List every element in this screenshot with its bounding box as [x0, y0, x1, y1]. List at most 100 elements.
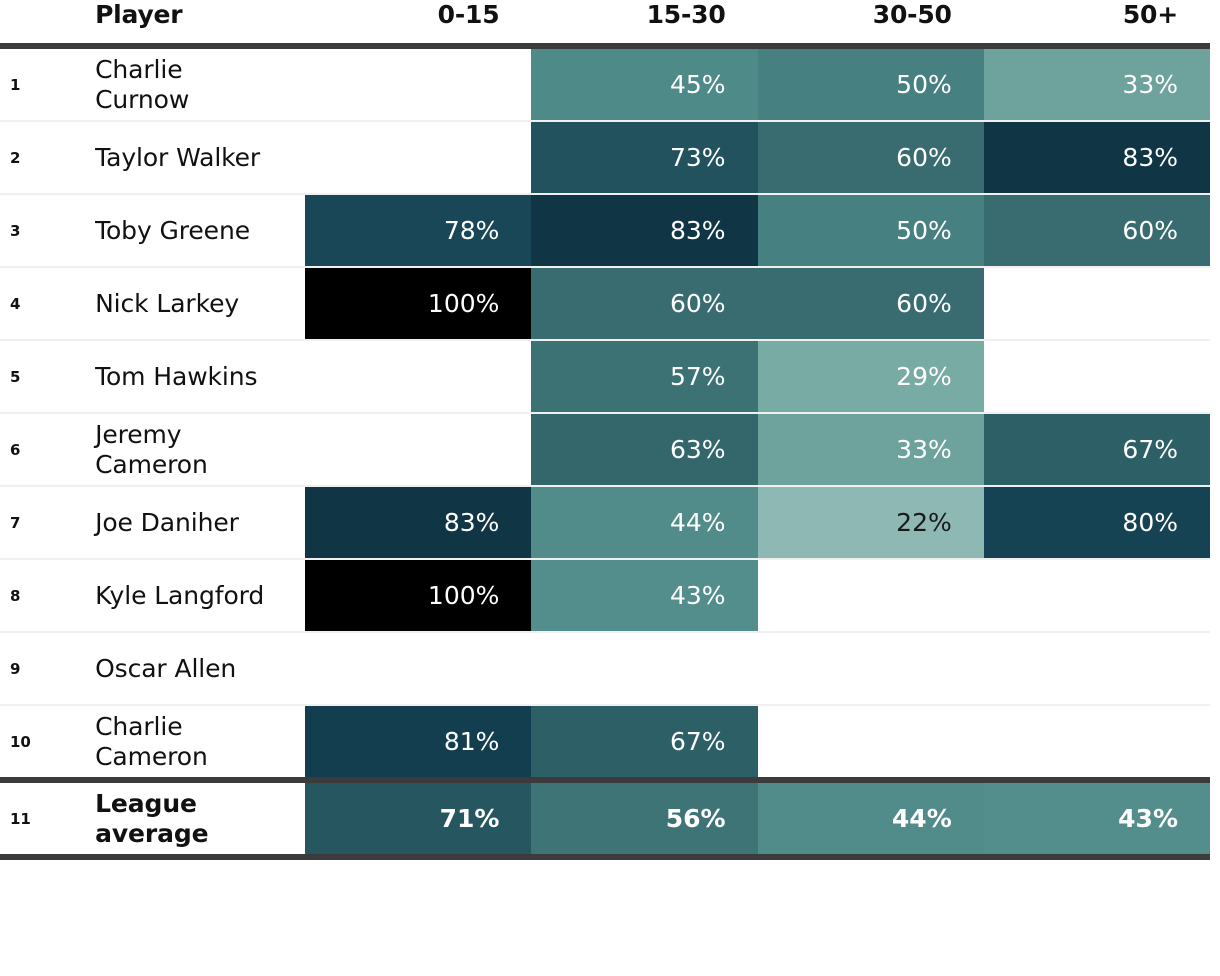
player-name-cell[interactable]: Taylor Walker [86, 120, 306, 194]
heatmap-cell[interactable] [983, 704, 1210, 780]
heatmap-cell[interactable]: 22% [757, 485, 984, 559]
heatmap-cell[interactable]: 80% [983, 485, 1210, 559]
heatmap-cell[interactable] [305, 631, 532, 705]
table-body: 1 Charlie Curnow 45% 50% 33% 2 Taylor Walker 73%… [0, 43, 1210, 860]
player-name-line: average [95, 818, 209, 848]
heatmap-cell[interactable]: 29% [757, 339, 984, 413]
heatmap-cell[interactable] [305, 412, 532, 486]
heatmap-cell[interactable]: 73% [531, 120, 758, 194]
heatmap-cell[interactable] [305, 120, 532, 194]
table-header: Player 0-15 15-30 30-50 50+ [0, 0, 1210, 46]
heatmap-cell[interactable]: 33% [983, 43, 1210, 121]
player-name-line: Taylor Walker [95, 142, 261, 172]
table-row[interactable]: 3 Toby Greene 78% 83% 50% 60% [0, 193, 1210, 267]
player-name-line: League [95, 789, 197, 819]
table-row[interactable]: 6 Jeremy Cameron 63% 33% 67% [0, 412, 1210, 486]
player-name-line: Joe Daniher [95, 507, 239, 537]
row-rank: 4 [0, 266, 87, 340]
heatmap-cell[interactable] [531, 631, 758, 705]
player-name-cell[interactable]: Kyle Langford [86, 558, 306, 632]
heatmap-cell[interactable] [305, 43, 532, 121]
player-name-line: Kyle Langford [95, 580, 265, 610]
table-row[interactable]: 10 Charlie Cameron 81% 67% [0, 704, 1210, 780]
row-rank: 11 [0, 777, 87, 860]
heatmap-cell[interactable]: 60% [757, 120, 984, 194]
heatmap-cell[interactable]: 44% [757, 777, 984, 860]
column-header-15-30: 15-30 [531, 0, 758, 46]
heatmap-cell[interactable]: 67% [531, 704, 758, 780]
heatmap-cell[interactable] [983, 631, 1210, 705]
heatmap-cell[interactable]: 43% [531, 558, 758, 632]
heatmap-cell[interactable] [305, 339, 532, 413]
player-name-cell[interactable]: Charlie Cameron [86, 704, 306, 780]
player-name-cell[interactable]: Oscar Allen [86, 631, 306, 705]
heatmap-cell[interactable]: 83% [983, 120, 1210, 194]
player-name-line: Tom Hawkins [95, 361, 258, 391]
table-row[interactable]: 7 Joe Daniher 83% 44% 22% 80% [0, 485, 1210, 559]
heatmap-cell[interactable]: 33% [757, 412, 984, 486]
row-rank: 9 [0, 631, 87, 705]
heatmap-cell[interactable]: 60% [983, 193, 1210, 267]
heatmap-cell[interactable]: 57% [531, 339, 758, 413]
player-name-line: Nick Larkey [95, 288, 240, 318]
row-rank: 2 [0, 120, 87, 194]
row-rank: 6 [0, 412, 87, 486]
heatmap-table-container: Player 0-15 15-30 30-50 50+ 1 Charlie Curn… [0, 0, 1220, 976]
heatmap-cell[interactable]: 83% [305, 485, 532, 559]
table-row[interactable]: 4 Nick Larkey 100% 60% 60% [0, 266, 1210, 340]
row-rank: 5 [0, 339, 87, 413]
heatmap-cell[interactable] [983, 339, 1210, 413]
table-row[interactable]: 2 Taylor Walker 73% 60% 83% [0, 120, 1210, 194]
heatmap-cell[interactable]: 78% [305, 193, 532, 267]
heatmap-cell[interactable]: 50% [757, 193, 984, 267]
player-name-line: Oscar Allen [95, 653, 237, 683]
player-name-line: Charlie [95, 712, 183, 742]
player-name-cell[interactable]: Toby Greene [86, 193, 306, 267]
heatmap-cell[interactable]: 63% [531, 412, 758, 486]
player-name-line: Cameron [95, 449, 208, 479]
column-header-0-15: 0-15 [305, 0, 532, 46]
column-header-rank [0, 0, 87, 46]
player-name-line: Curnow [95, 84, 190, 114]
table-row[interactable]: 9 Oscar Allen [0, 631, 1210, 705]
heatmap-cell[interactable]: 100% [305, 558, 532, 632]
heatmap-cell[interactable] [757, 631, 984, 705]
row-rank: 3 [0, 193, 87, 267]
player-accuracy-heatmap-table: Player 0-15 15-30 30-50 50+ 1 Charlie Curn… [0, 0, 1210, 860]
heatmap-cell[interactable] [757, 558, 984, 632]
player-name-line: Charlie [95, 55, 183, 85]
heatmap-cell[interactable]: 83% [531, 193, 758, 267]
table-row[interactable]: 11 League average 71% 56% 44% 43% [0, 777, 1210, 860]
heatmap-cell[interactable] [983, 558, 1210, 632]
heatmap-cell[interactable] [757, 704, 984, 780]
heatmap-cell[interactable]: 100% [305, 266, 532, 340]
row-rank: 8 [0, 558, 87, 632]
player-name-cell[interactable]: Charlie Curnow [86, 43, 306, 121]
table-row[interactable]: 8 Kyle Langford 100% 43% [0, 558, 1210, 632]
column-header-player: Player [86, 0, 306, 46]
heatmap-cell[interactable]: 67% [983, 412, 1210, 486]
heatmap-cell[interactable]: 60% [757, 266, 984, 340]
heatmap-cell[interactable]: 45% [531, 43, 758, 121]
heatmap-cell[interactable]: 71% [305, 777, 532, 860]
table-row[interactable]: 5 Tom Hawkins 57% 29% [0, 339, 1210, 413]
heatmap-cell[interactable]: 44% [531, 485, 758, 559]
heatmap-cell[interactable]: 43% [983, 777, 1210, 860]
row-rank: 1 [0, 43, 87, 121]
row-rank: 7 [0, 485, 87, 559]
player-name-cell[interactable]: Tom Hawkins [86, 339, 306, 413]
player-name-cell[interactable]: League average [86, 777, 306, 860]
player-name-cell[interactable]: Jeremy Cameron [86, 412, 306, 486]
player-name-cell[interactable]: Nick Larkey [86, 266, 306, 340]
heatmap-cell[interactable]: 60% [531, 266, 758, 340]
table-row[interactable]: 1 Charlie Curnow 45% 50% 33% [0, 43, 1210, 121]
player-name-line: Jeremy [95, 420, 182, 450]
player-name-cell[interactable]: Joe Daniher [86, 485, 306, 559]
player-name-line: Toby Greene [95, 215, 250, 245]
player-name-line: Cameron [95, 741, 208, 771]
heatmap-cell[interactable]: 50% [757, 43, 984, 121]
column-header-30-50: 30-50 [757, 0, 984, 46]
heatmap-cell[interactable] [983, 266, 1210, 340]
heatmap-cell[interactable]: 56% [531, 777, 758, 860]
heatmap-cell[interactable]: 81% [305, 704, 532, 780]
